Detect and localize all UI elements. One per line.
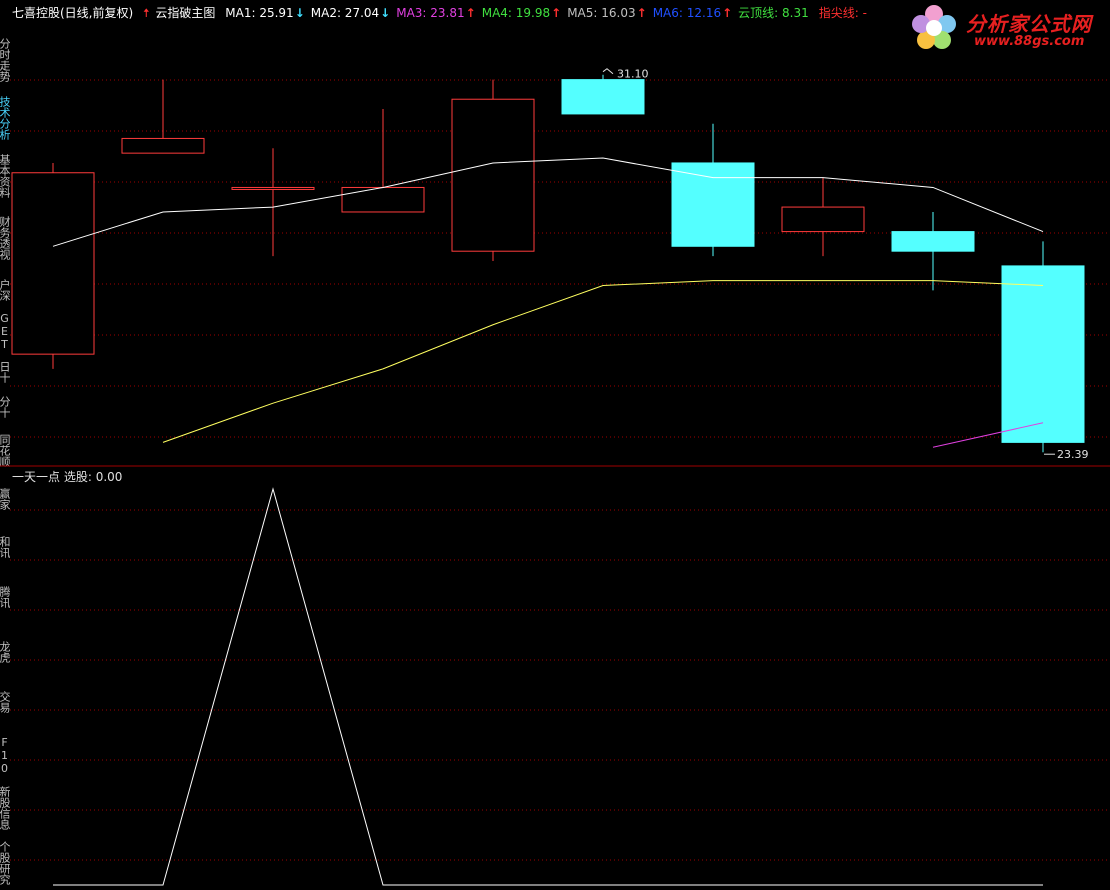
candle-body bbox=[341, 186, 425, 213]
chart-canvas[interactable]: 31.10 23.39 bbox=[0, 0, 1110, 890]
signal-line bbox=[53, 487, 1043, 886]
grid-lines bbox=[0, 79, 1110, 861]
candle-body bbox=[671, 162, 755, 247]
candle-body bbox=[231, 186, 315, 190]
ma-lines bbox=[52, 157, 1044, 448]
candle-body bbox=[11, 172, 95, 355]
ma-line bbox=[162, 280, 1044, 443]
candle bbox=[121, 79, 205, 154]
candle-body bbox=[1001, 265, 1085, 443]
candle-body bbox=[561, 79, 645, 115]
candle bbox=[451, 79, 535, 261]
sub-chart bbox=[53, 487, 1043, 886]
candle bbox=[1001, 241, 1085, 453]
candle bbox=[781, 177, 865, 257]
candle bbox=[341, 109, 425, 213]
candle-body bbox=[451, 98, 535, 252]
candles bbox=[11, 74, 1085, 453]
candle-body bbox=[781, 206, 865, 233]
min-price-label: 23.39 bbox=[1057, 448, 1089, 461]
max-price-label: 31.10 bbox=[617, 68, 649, 81]
candle-body bbox=[891, 231, 975, 252]
candle bbox=[891, 211, 975, 291]
candle bbox=[671, 123, 755, 257]
candle-body bbox=[121, 137, 205, 154]
max-price-pointer bbox=[602, 68, 614, 75]
candle bbox=[11, 162, 95, 369]
